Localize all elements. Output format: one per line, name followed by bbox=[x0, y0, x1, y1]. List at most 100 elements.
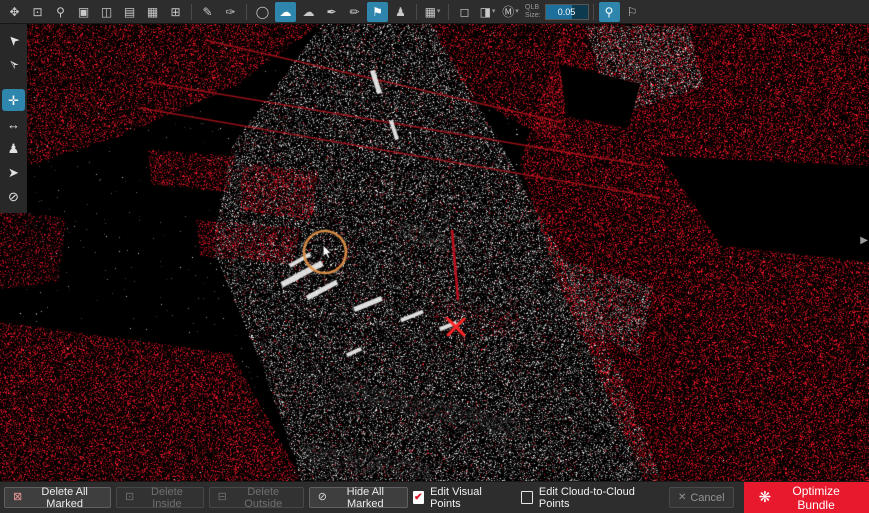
camera-view-button[interactable]: ▣ bbox=[73, 2, 94, 22]
flag-icon: ⚐ bbox=[627, 6, 638, 18]
pan-tool-button[interactable]: ✥ bbox=[4, 2, 25, 22]
edit-cloud-to-cloud-label: Edit Cloud-to-Cloud Points bbox=[539, 486, 653, 510]
model-box-button[interactable]: ◻ bbox=[454, 2, 475, 22]
eyedropper-button[interactable]: ✒ bbox=[321, 2, 342, 22]
pointcloud-viewport: ▶ bbox=[0, 24, 869, 481]
select-points-tool-button[interactable]: ➢ bbox=[2, 53, 25, 75]
delete-inside-icon: ⊡ bbox=[125, 492, 134, 503]
cube-camera-icon: ◨ bbox=[480, 6, 491, 18]
toolbar-separator bbox=[246, 4, 247, 20]
toolbar-layout-group: ▦▾ bbox=[421, 2, 444, 22]
qlb-size-value: 0.05 bbox=[558, 7, 576, 17]
pointcloud-canvas[interactable] bbox=[0, 24, 869, 481]
hide-all-marked-label: Hide All Marked bbox=[332, 486, 399, 510]
camera-pose-tool-button[interactable]: ♟ bbox=[2, 137, 25, 159]
qlb-size-input[interactable]: 0.05 bbox=[545, 4, 589, 20]
magnifier-icon: ⚲ bbox=[56, 6, 65, 18]
zoom-window-button[interactable]: ⊡ bbox=[27, 2, 48, 22]
tile-view-button[interactable]: ⊞ bbox=[165, 2, 186, 22]
cloud-button[interactable]: ☁ bbox=[298, 2, 319, 22]
qlb-size-label: QLB Size: bbox=[525, 4, 541, 20]
crosshair-icon: ✛ bbox=[8, 94, 19, 107]
cloud-above-button[interactable]: ☁ bbox=[275, 2, 296, 22]
bottom-action-bar: ⊠ Delete All Marked ⊡ Delete Inside ⊟ De… bbox=[0, 481, 869, 513]
location-pin-button[interactable]: ⚑ bbox=[367, 2, 388, 22]
pen-icon: ✎ bbox=[202, 6, 212, 18]
cancel-button[interactable]: ✕ Cancel bbox=[669, 487, 734, 508]
pencil-icon: ✏ bbox=[349, 6, 359, 18]
toolbar-nav-group: ✥ ⊡ ⚲ bbox=[3, 2, 72, 22]
toolbar-separator bbox=[593, 4, 594, 20]
delete-outside-button[interactable]: ⊟ Delete Outside bbox=[209, 487, 304, 508]
toolbar-view-group: ▣ ◫ ▤ ▦ ⊞ bbox=[72, 2, 187, 22]
navigate-tool-button[interactable]: ➤ bbox=[2, 161, 25, 183]
bundle-cluster-icon: ❋ bbox=[759, 490, 772, 505]
app-window: ✥ ⊡ ⚲ ▣ ◫ ▤ ▦ ⊞ ✎ ✑ ◯ ☁ ☁ ✒ ✏ ⚑ ♟ ▦▾ bbox=[0, 0, 869, 513]
qlb-size-control: QLB Size: 0.05 bbox=[525, 4, 589, 20]
checkbox-checked-icon: ✔ bbox=[413, 491, 424, 504]
layout-grid-icon: ▦ bbox=[425, 6, 436, 18]
chevron-down-icon: ▾ bbox=[437, 8, 441, 15]
grid-view-button[interactable]: ▦ bbox=[142, 2, 163, 22]
toolbar-draw-group: ✎ ✑ bbox=[196, 2, 242, 22]
split-view-icon: ◫ bbox=[101, 6, 112, 18]
hide-marked-icon: ⊘ bbox=[318, 492, 327, 503]
inspect-magnifier-icon: ⚲ bbox=[605, 6, 614, 18]
grid-icon: ▦ bbox=[147, 6, 158, 18]
mark-points-tool-button[interactable]: ✛ bbox=[2, 89, 25, 111]
panel-expander-chevron[interactable]: ▶ bbox=[860, 236, 868, 246]
zoom-button[interactable]: ⚲ bbox=[50, 2, 71, 22]
hide-all-marked-button[interactable]: ⊘ Hide All Marked bbox=[309, 487, 408, 508]
eraser-icon: ⊘ bbox=[8, 190, 19, 203]
cube-icon: ◻ bbox=[460, 6, 470, 18]
model-marker-button[interactable]: Ⓜ▾ bbox=[500, 2, 521, 22]
report-flag-button[interactable]: ⚐ bbox=[622, 2, 643, 22]
toolbar-point-tools-group: ◯ ☁ ☁ ✒ ✏ ⚑ ♟ bbox=[251, 2, 412, 22]
add-person-button[interactable]: ♟ bbox=[390, 2, 411, 22]
tiles-icon: ⊞ bbox=[170, 6, 180, 18]
tool-sidebar: ➤ ➢ ✛ ↔ ♟ ➤ ⊘ bbox=[0, 24, 27, 213]
toolbar-inspect-group: ⚲ ⚐ bbox=[598, 2, 644, 22]
main-toolbar: ✥ ⊡ ⚲ ▣ ◫ ▤ ▦ ⊞ ✎ ✑ ◯ ☁ ☁ ✒ ✏ ⚑ ♟ ▦▾ bbox=[0, 0, 869, 24]
model-camera-button[interactable]: ◨▾ bbox=[477, 2, 498, 22]
toolbar-separator bbox=[416, 4, 417, 20]
delete-all-marked-label: Delete All Marked bbox=[27, 486, 102, 510]
split-view-button[interactable]: ◫ bbox=[96, 2, 117, 22]
edit-visual-points-checkbox[interactable]: ✔ Edit Visual Points bbox=[413, 486, 506, 510]
toolbar-separator bbox=[191, 4, 192, 20]
measure-width-tool-button[interactable]: ↔ bbox=[2, 113, 25, 135]
delete-inside-button[interactable]: ⊡ Delete Inside bbox=[116, 487, 204, 508]
draw-tool-button[interactable]: ✎ bbox=[197, 2, 218, 22]
cube-marker-icon: Ⓜ bbox=[502, 6, 514, 18]
toolbar-separator bbox=[448, 4, 449, 20]
checkbox-unchecked-icon bbox=[521, 491, 533, 504]
image-view-button[interactable]: ▤ bbox=[119, 2, 140, 22]
circle-select-button[interactable]: ◯ bbox=[252, 2, 273, 22]
edit-cloud-to-cloud-checkbox[interactable]: Edit Cloud-to-Cloud Points bbox=[521, 486, 653, 510]
chevron-down-icon: ▾ bbox=[515, 8, 519, 15]
location-pin-icon: ⚑ bbox=[372, 6, 383, 18]
delete-outside-icon: ⊟ bbox=[218, 492, 227, 503]
brush-tool-button[interactable]: ✑ bbox=[220, 2, 241, 22]
toolbar-model-group: ◻ ◨▾ Ⓜ▾ QLB Size: 0.05 bbox=[453, 2, 589, 22]
circle-icon: ◯ bbox=[256, 6, 269, 18]
delete-outside-label: Delete Outside bbox=[232, 486, 295, 510]
layout-dropdown-button[interactable]: ▦▾ bbox=[422, 2, 443, 22]
camera-icon: ▣ bbox=[78, 6, 89, 18]
cloud-icon: ☁ bbox=[303, 6, 315, 18]
pencil-button[interactable]: ✏ bbox=[344, 2, 365, 22]
pan-icon: ✥ bbox=[9, 6, 19, 18]
eyedropper-icon: ✒ bbox=[326, 6, 336, 18]
person-icon: ♟ bbox=[8, 142, 20, 155]
cursor-arrow-alt-icon: ➢ bbox=[5, 56, 22, 73]
cancel-label: Cancel bbox=[690, 492, 724, 504]
optimize-bundle-button[interactable]: ❋ Optimize Bundle bbox=[744, 482, 869, 513]
select-tool-button[interactable]: ➤ bbox=[2, 29, 25, 51]
erase-tool-button[interactable]: ⊘ bbox=[2, 185, 25, 207]
delete-all-marked-button[interactable]: ⊠ Delete All Marked bbox=[4, 487, 111, 508]
edit-visual-points-label: Edit Visual Points bbox=[430, 486, 505, 510]
inspect-tool-button[interactable]: ⚲ bbox=[599, 2, 620, 22]
navigation-arrow-icon: ➤ bbox=[8, 166, 19, 179]
image-icon: ▤ bbox=[124, 6, 135, 18]
delete-inside-label: Delete Inside bbox=[139, 486, 194, 510]
